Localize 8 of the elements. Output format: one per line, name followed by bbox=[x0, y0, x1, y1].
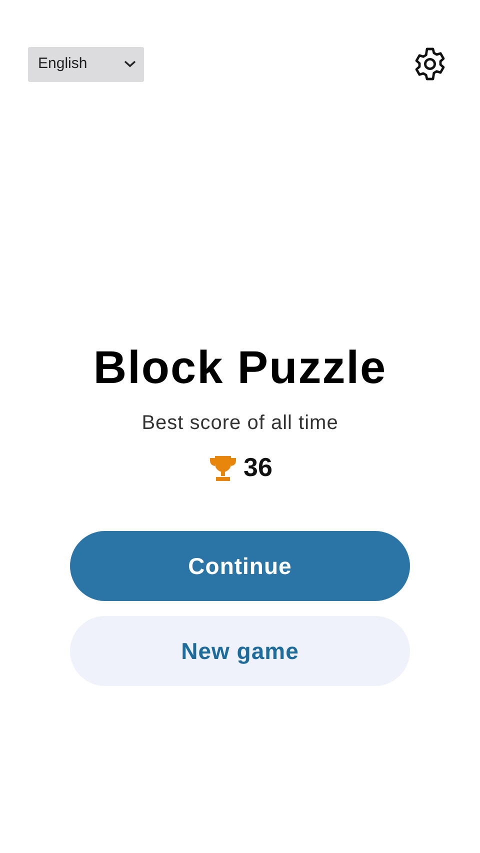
best-score-label: Best score of all time bbox=[142, 411, 338, 436]
best-score-value: 36 bbox=[244, 451, 272, 484]
game-title: Block Puzzle bbox=[93, 344, 387, 390]
trophy-icon bbox=[208, 454, 238, 482]
new-game-button[interactable]: New game bbox=[70, 616, 410, 686]
continue-button[interactable]: Continue bbox=[70, 531, 410, 601]
chevron-down-icon bbox=[124, 60, 136, 68]
language-select[interactable]: English bbox=[28, 46, 144, 82]
